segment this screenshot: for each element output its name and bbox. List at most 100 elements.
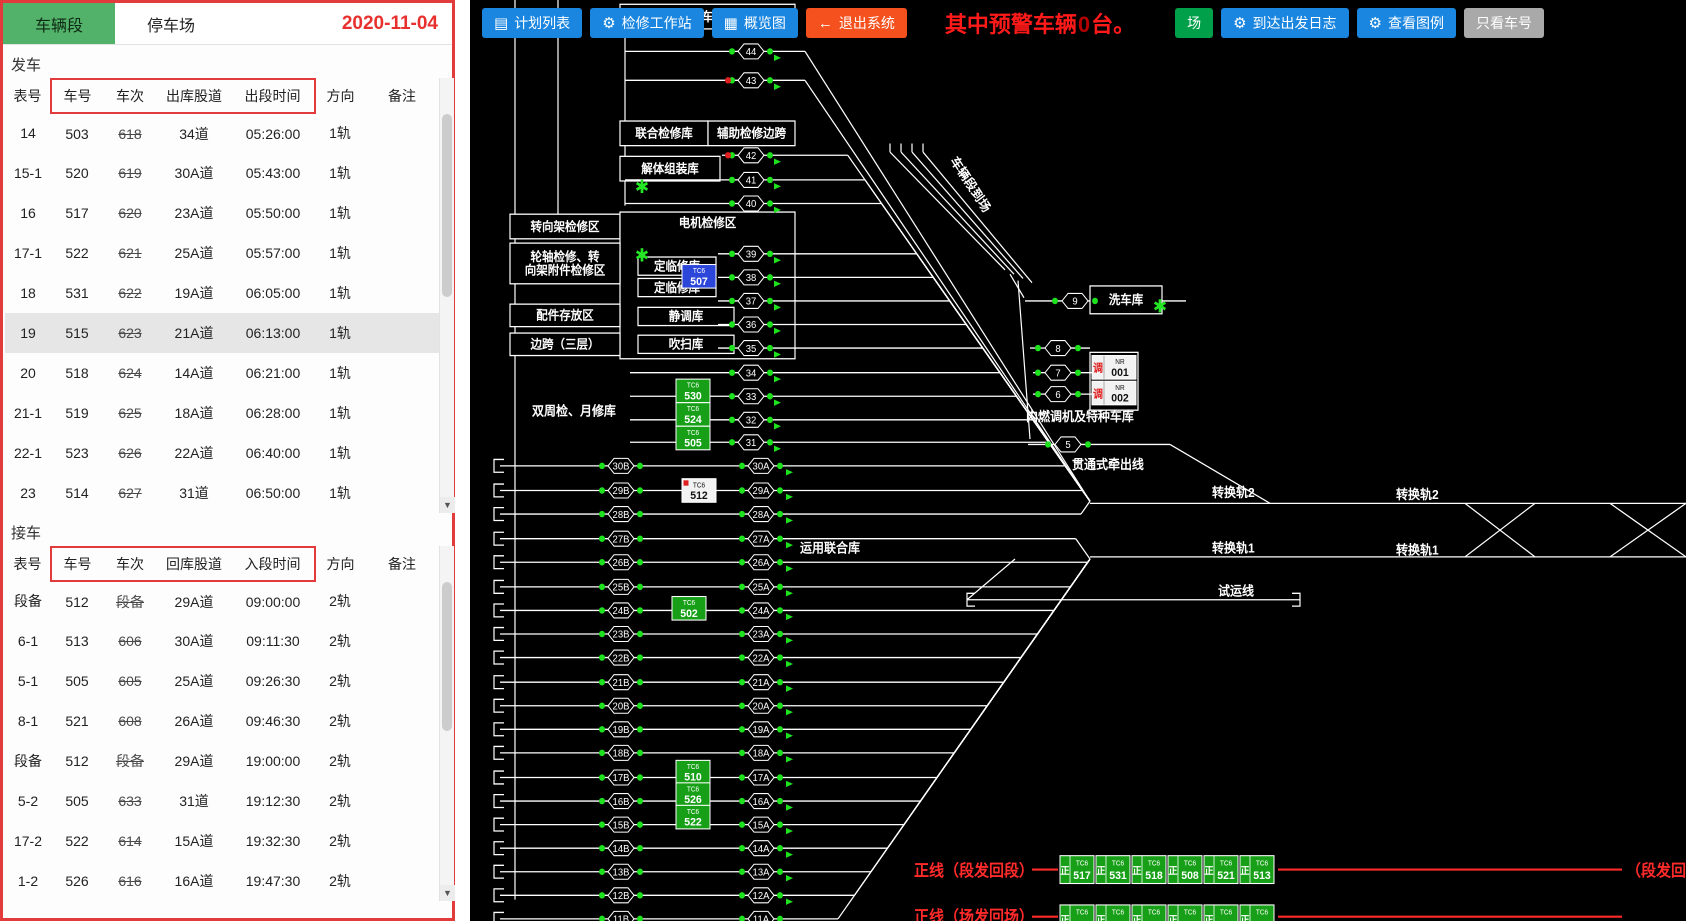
- cell: 06:50:00: [231, 473, 315, 513]
- signal-dot: [637, 607, 643, 613]
- cell: [365, 393, 439, 433]
- cell: [365, 473, 439, 513]
- track-number: 6: [1055, 390, 1061, 401]
- train-type: TC6: [687, 383, 700, 390]
- building-label: 边跨（三层）: [530, 337, 600, 351]
- diagram-label: 转换轨1: [1396, 542, 1439, 558]
- overview-button[interactable]: ▦概览图: [712, 8, 798, 38]
- table-row[interactable]: 8-152160826A道09:46:302轨: [5, 701, 439, 741]
- arrival-departure-log-button[interactable]: ⚙到达出发日志: [1221, 8, 1348, 38]
- train-type: TC6: [1112, 860, 1125, 867]
- cell: 2轨: [315, 821, 365, 861]
- cell: 1轨: [315, 393, 365, 433]
- track-number: 28B: [613, 510, 630, 521]
- scrollbar-thumb[interactable]: [442, 114, 452, 297]
- mainline-label: （段发回场: [1626, 861, 1686, 881]
- signal-dot: [767, 77, 773, 83]
- signal-dot: [637, 463, 643, 469]
- train-type: TC6: [1148, 860, 1161, 867]
- signal-dot: [729, 393, 735, 399]
- alert-mark: [684, 480, 689, 485]
- track-number: 21A: [753, 678, 770, 689]
- table-row[interactable]: 5-250563331道19:12:302轨: [5, 781, 439, 821]
- departure-scrollbar[interactable]: ▼: [439, 78, 454, 513]
- signal-dot: [725, 77, 731, 83]
- cell: 627: [103, 473, 157, 513]
- arrival-section: 接车 表号车号车次回库股道入段时间方向备注段备512段备29A道09:00:00…: [3, 513, 452, 901]
- only-car-number-button[interactable]: 只看车号: [1464, 8, 1544, 38]
- cell: 6-1: [5, 621, 51, 661]
- cell: 5-1: [5, 661, 51, 701]
- tab-parking[interactable]: 停车场: [115, 3, 227, 44]
- scrollbar-thumb[interactable]: [442, 582, 452, 731]
- table-row[interactable]: 17-152262125A道05:57:001轨: [5, 233, 439, 273]
- cell: 23: [5, 473, 51, 513]
- table-row[interactable]: 2051862414A道06:21:001轨: [5, 353, 439, 393]
- track-number: 11B: [613, 914, 630, 921]
- building-label: 向架附件检修区: [525, 263, 606, 277]
- arrival-scrollbar[interactable]: ▼: [439, 546, 454, 901]
- maintenance-workstation-button[interactable]: ⚙检修工作站: [590, 8, 703, 38]
- table-row[interactable]: 1450361834道05:26:001轨: [5, 113, 439, 153]
- table-row[interactable]: 15-152061930A道05:43:001轨: [5, 153, 439, 193]
- table-row[interactable]: 1853162219A道06:05:001轨: [5, 273, 439, 313]
- track-number: 37: [746, 296, 757, 307]
- cell: 22A道: [157, 433, 231, 473]
- scroll-down-icon[interactable]: ▼: [440, 497, 455, 513]
- train-number: 505: [684, 437, 701, 449]
- cell: 20: [5, 353, 51, 393]
- cell: 520: [51, 153, 103, 193]
- yard-button[interactable]: 场: [1175, 8, 1213, 38]
- table-row[interactable]: 22-152362622A道06:40:001轨: [5, 433, 439, 473]
- track-number: 22A: [753, 653, 770, 664]
- train-number: 510: [684, 771, 701, 783]
- train-prefix: 正: [1097, 915, 1107, 921]
- table-row[interactable]: 段备512段备29A道19:00:002轨: [5, 741, 439, 781]
- table-row[interactable]: 1-252661616A道19:47:302轨: [5, 861, 439, 901]
- table-row[interactable]: 17-252261415A道19:32:302轨: [5, 821, 439, 861]
- track-number: 32: [746, 415, 757, 426]
- signal-dot: [1035, 391, 1041, 397]
- table-row[interactable]: 6-151360630A道09:11:302轨: [5, 621, 439, 661]
- departure-section-label: 发车: [5, 47, 452, 78]
- cell: 522: [51, 233, 103, 273]
- train-type: NR: [1115, 385, 1125, 392]
- track-number: 15A: [753, 820, 770, 831]
- cell: 09:00:00: [231, 581, 315, 621]
- signal-dot: [599, 487, 605, 493]
- table-row[interactable]: 5-150560525A道09:26:302轨: [5, 661, 439, 701]
- table-row[interactable]: 1651762023A道05:50:001轨: [5, 193, 439, 233]
- gear-icon: ⚙: [1369, 16, 1382, 31]
- cell: 21A道: [157, 313, 231, 353]
- table-row[interactable]: 段备512段备29A道09:00:002轨: [5, 581, 439, 621]
- plan-list-button[interactable]: ▤计划列表: [482, 8, 582, 38]
- diagram-label: 内燃调机及特种车库: [1026, 408, 1134, 424]
- tab-depot[interactable]: 车辆段: [3, 3, 115, 44]
- scroll-down-icon[interactable]: ▼: [440, 885, 455, 901]
- table-row[interactable]: 21-151962518A道06:28:001轨: [5, 393, 439, 433]
- cell: 段备: [103, 741, 157, 781]
- view-legend-button[interactable]: ⚙查看图例: [1357, 8, 1456, 38]
- signal-dot: [777, 631, 783, 637]
- table-row[interactable]: 2351462731道06:50:001轨: [5, 473, 439, 513]
- signal-dot: [739, 654, 745, 660]
- cell: 514: [51, 473, 103, 513]
- cell: 1轨: [315, 433, 365, 473]
- toolbar-left-group: ▤计划列表 ⚙检修工作站 ▦概览图 ←退出系统: [482, 8, 907, 38]
- track-number: 31: [746, 438, 757, 449]
- cell: [365, 353, 439, 393]
- cell: 19:32:30: [231, 821, 315, 861]
- cell: 2轨: [315, 861, 365, 901]
- signal-dot: [767, 177, 773, 183]
- cell: 526: [51, 861, 103, 901]
- table-row[interactable]: 1951562321A道06:13:001轨: [5, 313, 439, 353]
- track-number: 5: [1065, 440, 1071, 451]
- cell: 31道: [157, 781, 231, 821]
- cell: 05:50:00: [231, 193, 315, 233]
- exit-system-button[interactable]: ←退出系统: [806, 8, 907, 38]
- signal-dot: [599, 679, 605, 685]
- track-number: 7: [1055, 368, 1060, 379]
- train-number: 522: [684, 816, 701, 828]
- signal-dot: [777, 845, 783, 851]
- signal-dot: [599, 726, 605, 732]
